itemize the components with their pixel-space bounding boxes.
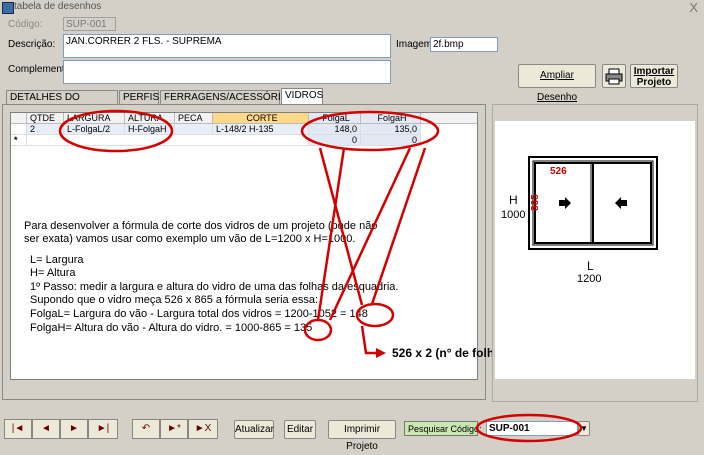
red-annotations bbox=[58, 109, 583, 443]
highlight-search-code bbox=[475, 413, 583, 443]
highlight-folgas bbox=[300, 110, 440, 152]
highlight-largura-altura bbox=[58, 109, 174, 153]
highlight-148 bbox=[355, 302, 395, 328]
highlight-135 bbox=[303, 318, 333, 342]
